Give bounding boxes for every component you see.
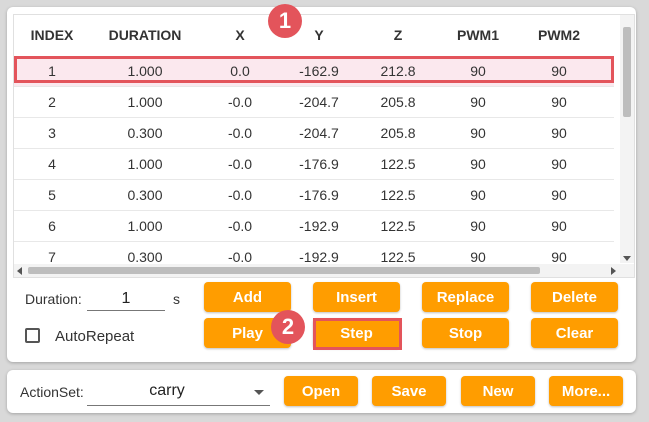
cell-pwm1: 90 — [470, 63, 486, 79]
cell-y: -176.9 — [299, 156, 339, 172]
step-badge-1: 1 — [268, 4, 302, 38]
cell-pwm2: 90 — [551, 63, 567, 79]
insert-button[interactable]: Insert — [313, 282, 400, 312]
table-row[interactable]: 1 1.000 0.0 -162.9 212.8 90 90 — [14, 56, 614, 87]
cell-index: 3 — [48, 125, 56, 141]
cell-y: -192.9 — [299, 249, 339, 265]
cell-duration: 1.000 — [127, 218, 163, 234]
cell-pwm1: 90 — [470, 156, 486, 172]
header-pwm2: PWM2 — [538, 27, 580, 43]
scroll-left-arrow-icon[interactable] — [17, 267, 22, 275]
table-row[interactable]: 5 0.300 -0.0 -176.9 122.5 90 90 — [14, 180, 614, 211]
scroll-right-arrow-icon[interactable] — [611, 267, 616, 275]
horizontal-scroll-thumb[interactable] — [28, 267, 540, 274]
cell-pwm2: 90 — [551, 156, 567, 172]
delete-button[interactable]: Delete — [531, 282, 618, 312]
header-x: X — [235, 27, 245, 43]
action-table: INDEX DURATION X Y Z PWM1 PWM2 1 1.000 0… — [13, 14, 635, 278]
cell-duration: 1.000 — [127, 94, 163, 110]
save-button[interactable]: Save — [372, 376, 446, 406]
action-editor-panel: INDEX DURATION X Y Z PWM1 PWM2 1 1.000 0… — [7, 7, 636, 362]
actionset-panel: ActionSet: carry Open Save New More... — [7, 370, 636, 413]
header-duration: DURATION — [108, 27, 182, 43]
table-row[interactable]: 2 1.000 -0.0 -204.7 205.8 90 90 — [14, 87, 614, 118]
actionset-select-value: carry — [149, 382, 185, 399]
cell-pwm1: 90 — [470, 125, 486, 141]
step-button[interactable]: Step — [313, 318, 400, 348]
cell-x: -0.0 — [227, 94, 253, 110]
replace-button[interactable]: Replace — [422, 282, 509, 312]
table-header: INDEX DURATION X Y Z PWM1 PWM2 — [14, 15, 614, 55]
cell-pwm1: 90 — [470, 218, 486, 234]
step-badge-2: 2 — [271, 310, 305, 344]
cell-pwm1: 90 — [470, 249, 486, 265]
more-button[interactable]: More... — [549, 376, 623, 406]
cell-z: 212.8 — [380, 63, 416, 79]
table-row[interactable]: 3 0.300 -0.0 -204.7 205.8 90 90 — [14, 118, 614, 149]
actionset-label: ActionSet: — [20, 384, 84, 400]
cell-x: -0.0 — [227, 218, 253, 234]
duration-unit: s — [173, 291, 180, 307]
header-index: INDEX — [30, 27, 74, 43]
cell-y: -162.9 — [299, 63, 339, 79]
cell-pwm2: 90 — [551, 125, 567, 141]
cell-pwm2: 90 — [551, 249, 567, 265]
add-button[interactable]: Add — [204, 282, 291, 312]
new-button[interactable]: New — [461, 376, 535, 406]
cell-duration: 1.000 — [127, 156, 163, 172]
cell-z: 122.5 — [380, 187, 416, 203]
table-row[interactable]: 6 1.000 -0.0 -192.9 122.5 90 90 — [14, 211, 614, 242]
cell-index: 6 — [48, 218, 56, 234]
cell-pwm1: 90 — [470, 187, 486, 203]
cell-z: 122.5 — [380, 156, 416, 172]
header-z: Z — [393, 27, 403, 43]
clear-button[interactable]: Clear — [531, 318, 618, 348]
stop-button[interactable]: Stop — [422, 318, 509, 348]
cell-z: 205.8 — [380, 125, 416, 141]
table-body: 1 1.000 0.0 -162.9 212.8 90 90 2 1.000 -… — [14, 56, 614, 273]
cell-index: 7 — [48, 249, 56, 265]
cell-pwm2: 90 — [551, 187, 567, 203]
cell-index: 2 — [48, 94, 56, 110]
duration-input[interactable] — [87, 288, 165, 311]
vertical-scrollbar[interactable] — [620, 15, 634, 263]
autorepeat-checkbox[interactable] — [25, 328, 40, 343]
open-button[interactable]: Open — [284, 376, 358, 406]
cell-x: -0.0 — [227, 156, 253, 172]
cell-y: -176.9 — [299, 187, 339, 203]
cell-index: 4 — [48, 156, 56, 172]
cell-duration: 0.300 — [127, 187, 163, 203]
cell-duration: 0.300 — [127, 125, 163, 141]
cell-index: 5 — [48, 187, 56, 203]
cell-y: -204.7 — [299, 94, 339, 110]
chevron-down-icon — [254, 390, 264, 395]
cell-pwm2: 90 — [551, 94, 567, 110]
cell-z: 205.8 — [380, 94, 416, 110]
scroll-down-arrow-icon[interactable] — [623, 256, 631, 261]
cell-duration: 1.000 — [127, 63, 163, 79]
cell-x: -0.0 — [227, 187, 253, 203]
cell-x: 0.0 — [230, 63, 250, 79]
cell-duration: 0.300 — [127, 249, 163, 265]
header-pwm1: PWM1 — [457, 27, 499, 43]
vertical-scroll-thumb[interactable] — [623, 27, 631, 117]
table-row[interactable]: 4 1.000 -0.0 -176.9 122.5 90 90 — [14, 149, 614, 180]
cell-z: 122.5 — [380, 249, 416, 265]
cell-pwm1: 90 — [470, 94, 486, 110]
cell-z: 122.5 — [380, 218, 416, 234]
cell-x: -0.0 — [227, 249, 253, 265]
cell-pwm2: 90 — [551, 218, 567, 234]
horizontal-scrollbar[interactable] — [14, 264, 634, 277]
cell-x: -0.0 — [227, 125, 253, 141]
cell-y: -192.9 — [299, 218, 339, 234]
cell-y: -204.7 — [299, 125, 339, 141]
actionset-select[interactable]: carry — [87, 378, 270, 406]
cell-index: 1 — [48, 63, 56, 79]
duration-label: Duration: — [25, 291, 82, 307]
autorepeat-label: AutoRepeat — [55, 328, 135, 345]
